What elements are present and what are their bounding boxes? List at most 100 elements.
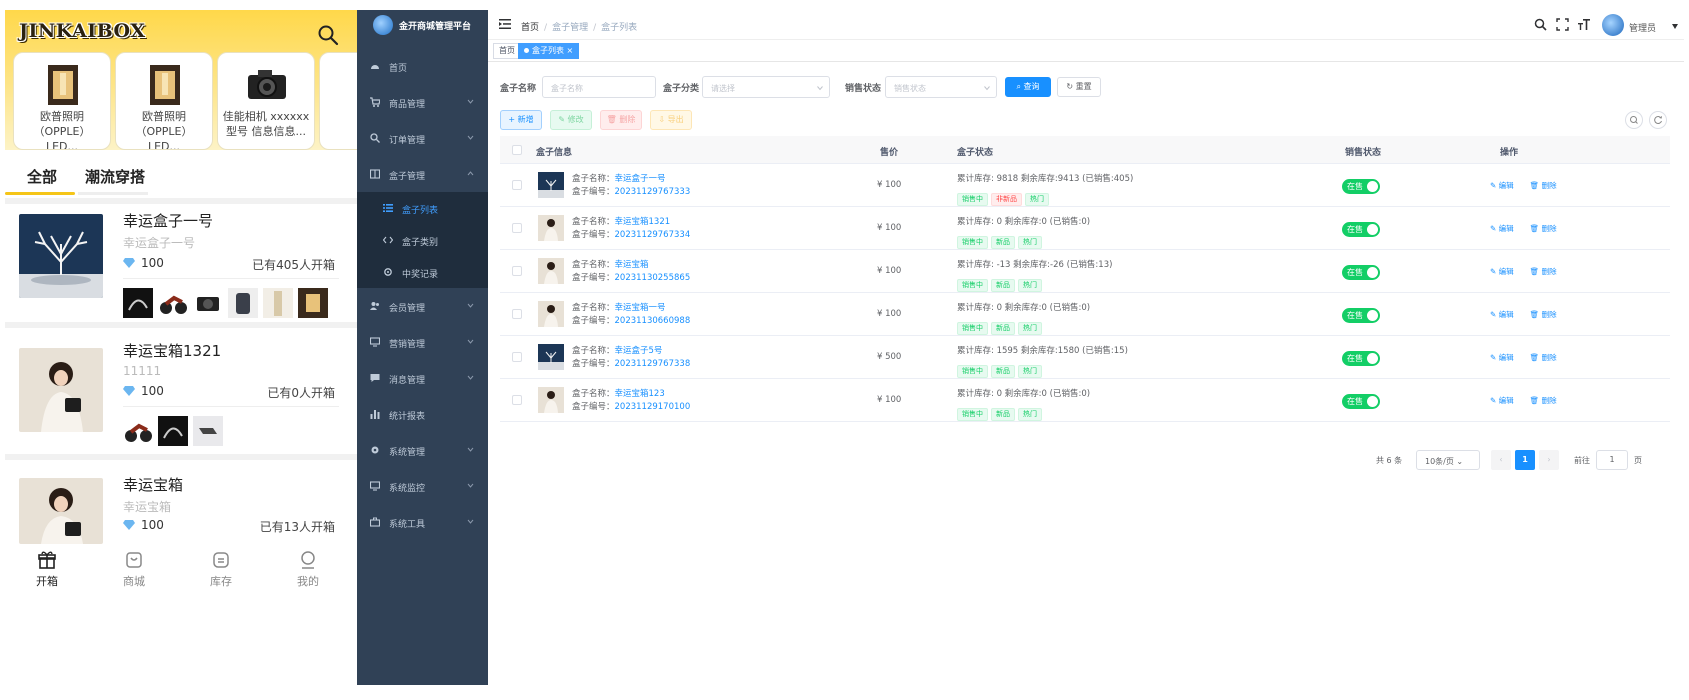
row-actions: ✎ 编辑 🗑 删除 [1490,352,1573,363]
box-name-link[interactable]: 幸运宝箱123 [615,389,665,399]
prev-page-button[interactable]: ‹ [1491,450,1511,470]
sidebar-item-system[interactable]: 系统管理 [357,432,488,468]
box-list-item[interactable]: 幸运盒子一号 幸运盒子一号 100 已有405人开箱 [5,204,357,334]
nav-mall[interactable]: 商城 [109,550,159,589]
box-name-input[interactable]: 盒子名称 [542,76,656,98]
row-checkbox[interactable] [512,266,522,276]
sidebar-item-win-records[interactable]: 中奖记录 [357,256,488,288]
delete-link[interactable]: 🗑 删除 [1530,181,1565,190]
fullscreen-icon[interactable] [1556,18,1569,31]
featured-card[interactable] [319,52,357,150]
export-button[interactable]: ⇩ 导出 [650,110,692,130]
refresh-button[interactable] [1649,111,1667,129]
box-name: 幸运宝箱1321 [123,342,222,360]
edit-link[interactable]: ✎ 编辑 [1490,353,1522,362]
sidebar-item-marketing[interactable]: 营销管理 [357,324,488,360]
box-name-link[interactable]: 幸运宝箱 [615,260,649,270]
search-icon [1630,116,1638,124]
page-size-select[interactable]: 10条/页 ⌄ [1416,450,1480,470]
nav-profile[interactable]: 我的 [283,550,333,589]
sale-status-switch[interactable]: 在售 [1342,179,1380,194]
sidebar-item-messages[interactable]: 消息管理 [357,360,488,396]
tab-fashion[interactable]: 潮流穿搭 [85,166,145,187]
toolbox-icon [370,517,380,527]
camera-thumb [193,288,223,318]
edit-link[interactable]: ✎ 编辑 [1490,310,1522,319]
select-all-checkbox[interactable] [512,145,522,155]
wall-lamp-image [48,65,78,105]
row-checkbox[interactable] [512,180,522,190]
username[interactable]: 管理员 [1629,21,1656,34]
box-name-link[interactable]: 幸运宝箱一号 [615,303,666,313]
goto-page-input[interactable]: 1 [1596,450,1628,470]
nav-inventory[interactable]: 库存 [196,550,246,589]
delete-link[interactable]: 🗑 删除 [1530,224,1565,233]
tag-box-list[interactable]: 盒子列表 × [518,43,580,59]
font-size-icon[interactable] [1578,18,1591,31]
sidebar-item-box-list[interactable]: 盒子列表 [357,192,488,224]
featured-card[interactable]: 欧普照明（OPPLE）LED... [115,52,213,150]
sale-status-switch[interactable]: 在售 [1342,222,1380,237]
reset-button[interactable]: ↻ 重置 [1057,77,1101,97]
sidebar-item-goods[interactable]: 商品管理 [357,84,488,120]
sidebar-item-members[interactable]: 会员管理 [357,288,488,324]
sale-status-switch[interactable]: 在售 [1342,351,1380,366]
sidebar-item-tools[interactable]: 系统工具 [357,504,488,540]
sidebar-item-boxes[interactable]: 盒子管理 [357,156,488,192]
caret-down-icon[interactable] [1672,24,1678,29]
sidebar-brand: 金开商城管理平台 [357,10,488,40]
sale-status-switch[interactable]: 在售 [1342,308,1380,323]
nav-open-box[interactable]: 开箱 [22,550,72,589]
status-select[interactable]: 销售状态 [885,76,997,98]
edit-button[interactable]: ✎ 修改 [550,110,592,130]
breadcrumb-home[interactable]: 首页 [521,23,539,33]
featured-card[interactable]: 欧普照明（OPPLE）LED... [13,52,111,150]
page-1-button[interactable]: 1 [1515,450,1535,470]
gift-icon [38,551,56,569]
sidebar-item-orders[interactable]: 订单管理 [357,120,488,156]
sidebar-item-stats[interactable]: 统计报表 [357,396,488,432]
add-button[interactable]: + 新增 [500,110,542,130]
delete-button[interactable]: 🗑 删除 [600,110,642,130]
delete-link[interactable]: 🗑 删除 [1530,396,1565,405]
sale-status-switch[interactable]: 在售 [1342,394,1380,409]
delete-link[interactable]: 🗑 删除 [1530,267,1565,276]
box-name-link[interactable]: 幸运盒子一号 [615,174,666,184]
edit-link[interactable]: ✎ 编辑 [1490,396,1522,405]
row-checkbox[interactable] [512,223,522,233]
tab-all[interactable]: 全部 [27,166,57,187]
row-checkbox[interactable] [512,395,522,405]
search-icon[interactable] [317,24,339,46]
edit-link[interactable]: ✎ 编辑 [1490,181,1522,190]
featured-card[interactable]: 佳能相机 xxxxxx 型号 信息信息... [217,52,315,150]
search-icon[interactable] [1534,18,1547,31]
sidebar-item-monitor[interactable]: 系统监控 [357,468,488,504]
row-checkbox[interactable] [512,352,522,362]
row-actions: ✎ 编辑 🗑 删除 [1490,309,1573,320]
sidebar-item-home[interactable]: 首页 [357,48,488,84]
camera-image [248,70,286,99]
toggle-search-button[interactable] [1625,111,1643,129]
edit-link[interactable]: ✎ 编辑 [1490,267,1522,276]
edit-link[interactable]: ✎ 编辑 [1490,224,1522,233]
row-checkbox[interactable] [512,309,522,319]
row-actions: ✎ 编辑 🗑 删除 [1490,266,1573,277]
delete-link[interactable]: 🗑 删除 [1530,353,1565,362]
box-list-item[interactable]: 幸运宝箱1321 11111 100 已有0人开箱 [5,328,357,458]
box-name-link[interactable]: 幸运盒子5号 [615,346,663,356]
box-code: 20231129767334 [614,230,691,240]
box-name-link[interactable]: 幸运宝箱1321 [615,217,671,227]
sale-status-switch[interactable]: 在售 [1342,265,1380,280]
box-list-item[interactable]: 幸运宝箱 幸运宝箱 100 已有13人开箱 [5,460,357,550]
row-actions: ✎ 编辑 🗑 删除 [1490,180,1573,191]
sidebar-item-box-category[interactable]: 盒子类别 [357,224,488,256]
tag-home[interactable]: 首页 [493,43,521,59]
delete-link[interactable]: 🗑 删除 [1530,310,1565,319]
next-page-button[interactable]: › [1539,450,1559,470]
query-button[interactable]: ⌕ 查询 [1005,77,1051,97]
hamburger-icon[interactable] [499,19,511,29]
category-select[interactable]: 请选择 [702,76,830,98]
avatar[interactable] [1602,14,1624,36]
chevron-down-icon [467,483,474,488]
gear-icon [371,446,379,454]
